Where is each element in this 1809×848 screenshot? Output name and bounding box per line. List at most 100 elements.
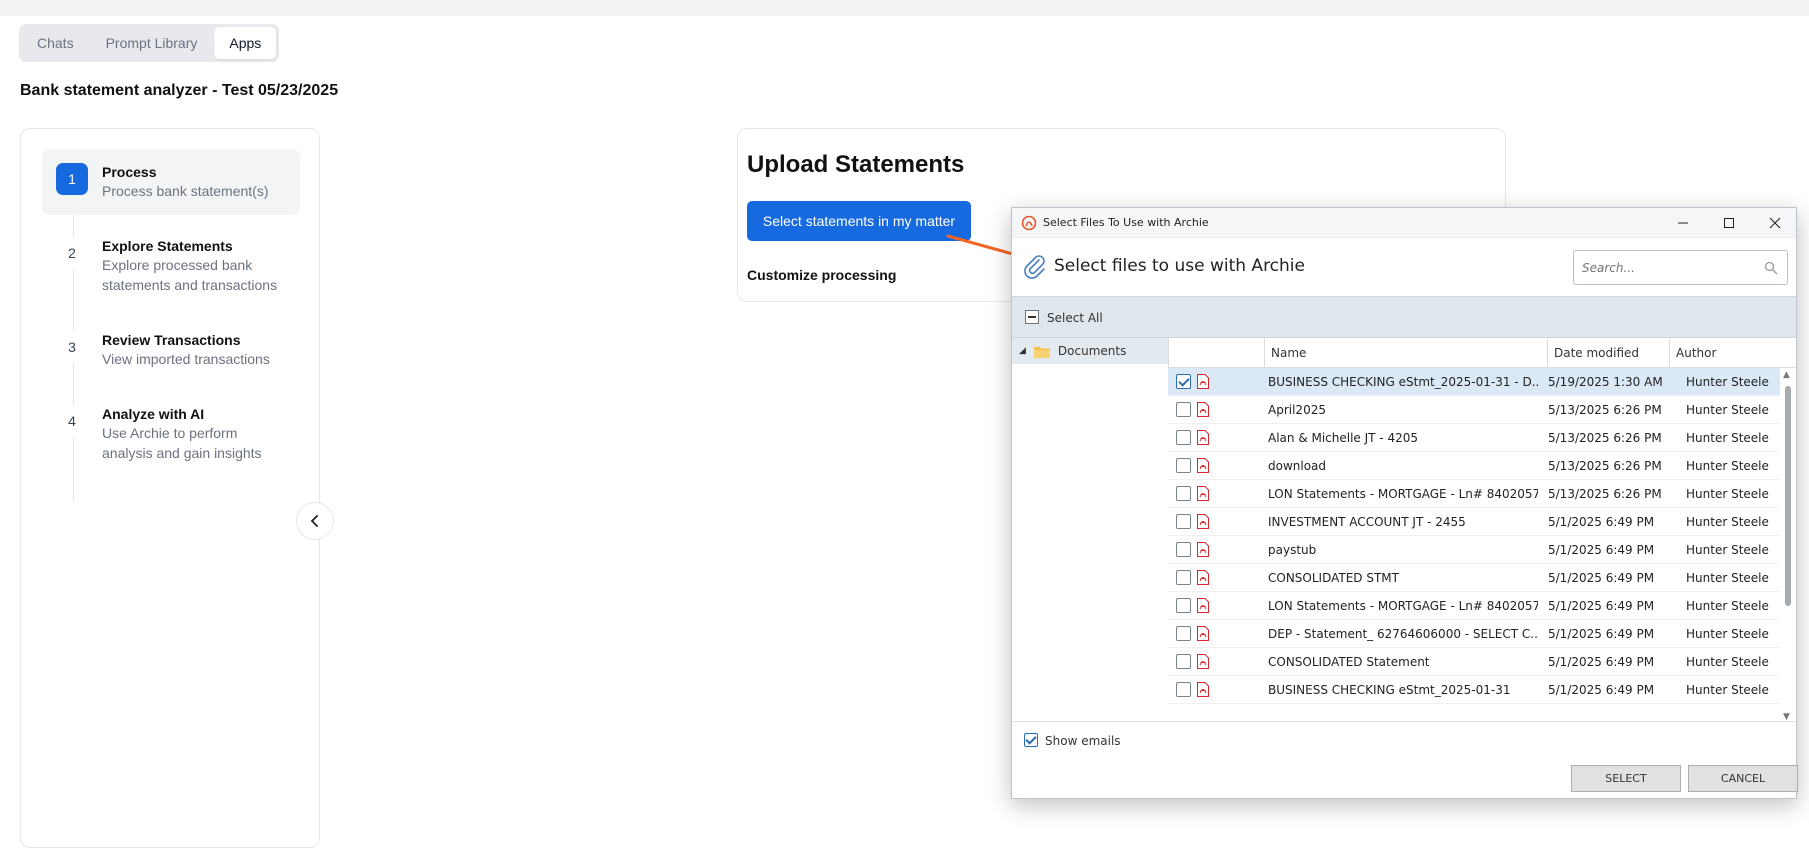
- row-checkbox[interactable]: [1176, 598, 1191, 613]
- file-author: Hunter Steele: [1686, 431, 1769, 445]
- table-row[interactable]: paystub 5/1/2025 6:49 PM Hunter Steele: [1168, 536, 1780, 564]
- minimize-icon: [1678, 222, 1688, 224]
- show-emails-checkbox[interactable]: [1024, 733, 1038, 747]
- upload-title: Upload Statements: [747, 151, 965, 178]
- file-date-modified: 5/1/2025 6:49 PM: [1548, 683, 1655, 697]
- step-description: Use Archie to perform analysis and gain …: [102, 425, 262, 461]
- search-input[interactable]: [1580, 253, 1760, 283]
- step-number: 3: [56, 331, 88, 363]
- top-bar: [0, 0, 1809, 16]
- dialog-header: Select files to use with Archie: [1012, 238, 1796, 296]
- row-checkbox[interactable]: [1176, 570, 1191, 585]
- expand-triangle-icon[interactable]: ◢: [1019, 346, 1026, 356]
- table-row[interactable]: Alan & Michelle JT - 4205 5/13/2025 6:26 …: [1168, 424, 1780, 452]
- file-author: Hunter Steele: [1686, 655, 1769, 669]
- file-date-modified: 5/1/2025 6:49 PM: [1548, 543, 1655, 557]
- table-row[interactable]: CONSOLIDATED Statement 5/1/2025 6:49 PM Hu…: [1168, 648, 1780, 676]
- tab-apps[interactable]: Apps: [214, 27, 277, 59]
- file-date-modified: 5/13/2025 6:26 PM: [1548, 431, 1662, 445]
- table-row[interactable]: DEP - Statement_ 62764606000 - SELECT C.…: [1168, 620, 1780, 648]
- column-header-name[interactable]: Name: [1264, 338, 1547, 368]
- file-author: Hunter Steele: [1686, 459, 1769, 473]
- dialog-body: ◢ Documents Name Date modified Author BU…: [1012, 338, 1796, 726]
- search-box[interactable]: [1573, 250, 1788, 285]
- table-row[interactable]: April2025 5/13/2025 6:26 PM Hunter Steele: [1168, 396, 1780, 424]
- file-author: Hunter Steele: [1686, 543, 1769, 557]
- table-row[interactable]: INVESTMENT ACCOUNT JT - 2455 5/1/2025 6:4…: [1168, 508, 1780, 536]
- customize-processing-link[interactable]: Customize processing: [747, 267, 896, 283]
- row-checkbox[interactable]: [1176, 654, 1191, 669]
- step-analyze-with-ai[interactable]: 4 Analyze with AI Use Archie to perform …: [42, 391, 300, 477]
- file-author: Hunter Steele: [1686, 599, 1769, 613]
- step-number: 2: [56, 237, 88, 269]
- pdf-file-icon: [1197, 570, 1209, 585]
- step-process[interactable]: 1 Process Process bank statement(s): [42, 149, 300, 215]
- scroll-up-icon[interactable]: ▲: [1783, 370, 1790, 380]
- file-date-modified: 5/1/2025 6:49 PM: [1548, 599, 1655, 613]
- row-checkbox[interactable]: [1176, 486, 1191, 501]
- file-author: Hunter Steele: [1686, 627, 1769, 641]
- select-all-bar: Select All: [1012, 296, 1796, 338]
- row-checkbox[interactable]: [1176, 430, 1191, 445]
- file-date-modified: 5/1/2025 6:49 PM: [1548, 655, 1655, 669]
- select-all-checkbox[interactable]: [1025, 310, 1039, 324]
- vertical-scrollbar[interactable]: ▲ ▼: [1780, 368, 1796, 726]
- row-checkbox[interactable]: [1176, 542, 1191, 557]
- collapse-panel-button[interactable]: [296, 502, 334, 540]
- select-button[interactable]: SELECT: [1571, 765, 1681, 792]
- file-author: Hunter Steele: [1686, 487, 1769, 501]
- file-name: DEP - Statement_ 62764606000 - SELECT C.…: [1268, 627, 1538, 641]
- cancel-button[interactable]: CANCEL: [1688, 765, 1798, 792]
- table-row[interactable]: BUSINESS CHECKING eStmt_2025-01-31 - D..…: [1168, 368, 1780, 396]
- table-row[interactable]: BUSINESS CHECKING eStmt_2025-01-31 5/1/20…: [1168, 676, 1780, 704]
- table-row[interactable]: CONSOLIDATED STMT 5/1/2025 6:49 PM Hunter …: [1168, 564, 1780, 592]
- step-number: 1: [56, 163, 88, 195]
- column-header-author[interactable]: Author: [1669, 338, 1781, 368]
- row-checkbox[interactable]: [1176, 514, 1191, 529]
- search-icon: [1764, 261, 1778, 275]
- step-explore-statements[interactable]: 2 Explore Statements Explore processed b…: [42, 223, 300, 309]
- file-date-modified: 5/1/2025 6:49 PM: [1548, 571, 1655, 585]
- select-statements-button[interactable]: Select statements in my matter: [747, 201, 971, 241]
- row-checkbox[interactable]: [1176, 374, 1191, 389]
- pdf-file-icon: [1197, 458, 1209, 473]
- scrollbar-thumb[interactable]: [1785, 386, 1791, 606]
- file-author: Hunter Steele: [1686, 375, 1769, 389]
- column-header-select[interactable]: [1168, 338, 1264, 368]
- file-name: LON Statements - MORTGAGE - Ln# 8402057.…: [1268, 599, 1538, 613]
- row-checkbox[interactable]: [1176, 458, 1191, 473]
- row-checkbox[interactable]: [1176, 402, 1191, 417]
- grid-rows: BUSINESS CHECKING eStmt_2025-01-31 - D..…: [1168, 368, 1780, 704]
- file-name: BUSINESS CHECKING eStmt_2025-01-31 - D..…: [1268, 375, 1538, 389]
- pdf-file-icon: [1197, 430, 1209, 445]
- step-description: Explore processed bank statements and tr…: [102, 257, 278, 293]
- maximize-button[interactable]: [1706, 208, 1752, 238]
- table-row[interactable]: LON Statements - MORTGAGE - Ln# 8402057.…: [1168, 592, 1780, 620]
- row-checkbox[interactable]: [1176, 626, 1191, 641]
- file-name: download: [1268, 459, 1327, 473]
- file-date-modified: 5/1/2025 6:49 PM: [1548, 515, 1655, 529]
- file-author: Hunter Steele: [1686, 515, 1769, 529]
- step-title: Explore Statements: [102, 238, 233, 254]
- table-row[interactable]: LON Statements - MORTGAGE - Ln# 8402057.…: [1168, 480, 1780, 508]
- step-description: Process bank statement(s): [102, 183, 269, 199]
- folder-icon: [1033, 346, 1050, 358]
- file-name: Alan & Michelle JT - 4205: [1268, 431, 1418, 445]
- pdf-file-icon: [1197, 374, 1209, 389]
- dialog-title: Select Files To Use with Archie: [1043, 216, 1209, 229]
- dialog-footer: Show emails SELECT CANCEL: [1012, 721, 1798, 799]
- tree-item-documents[interactable]: ◢ Documents: [1012, 338, 1168, 364]
- step-review-transactions[interactable]: 3 Review Transactions View imported tran…: [42, 317, 300, 383]
- minimize-button[interactable]: [1660, 208, 1706, 238]
- pdf-file-icon: [1197, 542, 1209, 557]
- show-emails-label[interactable]: Show emails: [1045, 734, 1121, 748]
- column-header-date[interactable]: Date modified: [1547, 338, 1669, 368]
- select-all-label[interactable]: Select All: [1047, 311, 1103, 325]
- close-button[interactable]: [1752, 208, 1798, 238]
- dialog-titlebar[interactable]: Select Files To Use with Archie: [1012, 208, 1796, 238]
- table-row[interactable]: download 5/13/2025 6:26 PM Hunter Steele: [1168, 452, 1780, 480]
- tab-chats[interactable]: Chats: [22, 27, 89, 59]
- tab-prompt-library[interactable]: Prompt Library: [91, 27, 213, 59]
- row-checkbox[interactable]: [1176, 682, 1191, 697]
- file-author: Hunter Steele: [1686, 571, 1769, 585]
